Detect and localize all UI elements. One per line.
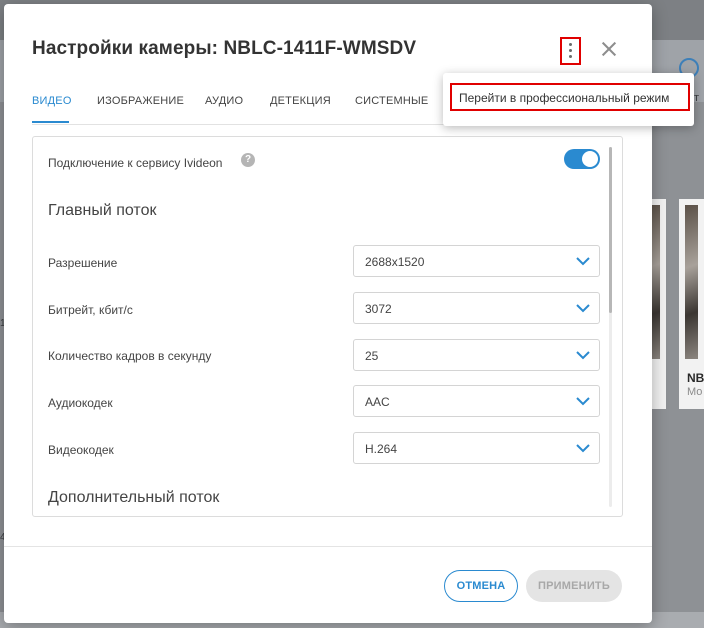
footer-divider [4, 546, 652, 547]
ivideon-toggle[interactable] [564, 149, 600, 169]
help-icon[interactable]: ? [241, 153, 255, 167]
tab-video[interactable]: ВИДЕО [32, 95, 72, 107]
bitrate-value: 3072 [365, 302, 392, 316]
menu-item-pro-mode[interactable]: Перейти в профессиональный режим [450, 83, 690, 111]
camera-card-subtitle: Мо [687, 386, 703, 398]
scrollbar-thumb[interactable] [609, 147, 612, 313]
chevron-down-icon [576, 257, 590, 266]
tab-image[interactable]: ИЗОБРАЖЕНИЕ [97, 95, 184, 107]
framerate-select[interactable]: 25 [353, 339, 600, 371]
bitrate-label: Битрейт, кбит/с [48, 303, 133, 317]
tab-detection[interactable]: ДЕТЕКЦИЯ [270, 95, 331, 107]
audio-codec-select[interactable]: AAC [353, 385, 600, 417]
audio-codec-label: Аудиокодек [48, 396, 113, 410]
chevron-down-icon [576, 397, 590, 406]
tab-system[interactable]: СИСТЕМНЫЕ [355, 95, 428, 107]
framerate-value: 25 [365, 349, 379, 363]
main-stream-title: Главный поток [48, 202, 157, 219]
resolution-label: Разрешение [48, 256, 118, 270]
bitrate-select[interactable]: 3072 [353, 292, 600, 324]
tab-audio[interactable]: АУДИО [205, 95, 243, 107]
ivideon-label: Подключение к сервису Ivideon [48, 156, 223, 170]
more-vertical-icon[interactable] [560, 37, 581, 65]
camera-thumbnail [685, 205, 698, 359]
active-tab-indicator [32, 121, 69, 123]
resolution-value: 2688x1520 [365, 255, 425, 269]
background-side-text: т [694, 92, 700, 104]
audio-codec-value: AAC [365, 395, 390, 409]
cancel-button[interactable]: ОТМЕНА [444, 570, 518, 602]
extra-stream-title: Дополнительный поток [48, 489, 220, 506]
video-codec-select[interactable]: H.264 [353, 432, 600, 464]
chevron-down-icon [576, 351, 590, 360]
apply-button[interactable]: ПРИМЕНИТЬ [526, 570, 622, 602]
camera-card-title: NB [687, 371, 704, 385]
scrollbar[interactable] [609, 147, 612, 507]
resolution-select[interactable]: 2688x1520 [353, 245, 600, 277]
video-codec-label: Видеокодек [48, 443, 114, 457]
camera-card[interactable]: NB Мо [679, 199, 704, 409]
dialog-title: Настройки камеры: NBLC-1411F-WMSDV [32, 38, 417, 59]
video-codec-value: H.264 [365, 442, 398, 456]
framerate-label: Количество кадров в секунду [48, 349, 212, 363]
more-menu-popup: Перейти в профессиональный режим [443, 73, 694, 126]
chevron-down-icon [576, 444, 590, 453]
menu-item-label: Перейти в профессиональный режим [459, 91, 670, 105]
chevron-down-icon [576, 304, 590, 313]
settings-panel: Подключение к сервису Ivideon ? Главный … [32, 136, 623, 517]
close-icon[interactable] [598, 38, 620, 60]
